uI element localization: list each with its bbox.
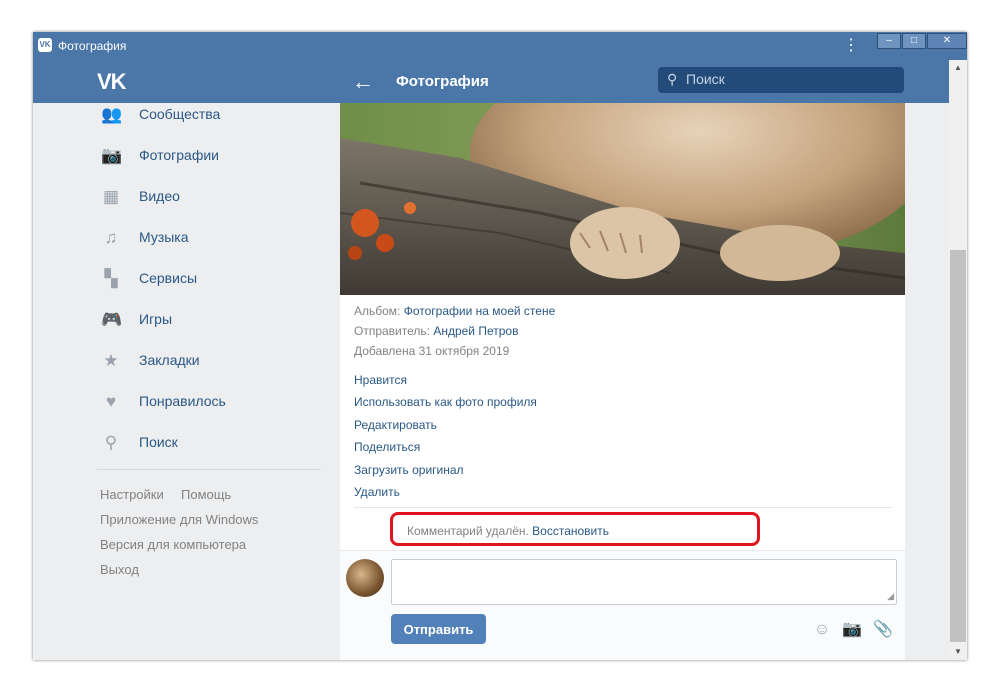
send-button[interactable]: Отправить [391, 614, 486, 644]
avatar[interactable] [346, 559, 384, 597]
windows-app-link[interactable]: Приложение для Windows [100, 512, 258, 527]
desktop-version-link[interactable]: Версия для компьютера [100, 537, 246, 552]
delete-action[interactable]: Удалить [354, 485, 400, 499]
people-icon: 👥 [101, 105, 123, 124]
page-title: Фотография [396, 73, 489, 90]
scroll-down-arrow-icon[interactable]: ▼ [949, 644, 967, 660]
camera-attach-icon[interactable]: 📷 [842, 620, 862, 640]
vk-logo[interactable]: VK [97, 69, 127, 95]
sidebar-item-photos[interactable]: 📷 Фотографии [97, 144, 317, 168]
comment-composer: ◢ Отправить ☺ 📷 📎 [340, 550, 905, 660]
sidebar-item-liked[interactable]: ♥ Понравилось [97, 390, 317, 414]
comment-input[interactable]: ◢ [391, 559, 897, 605]
scrollbar-thumb[interactable] [950, 250, 966, 642]
sidebar-item-label: Фотографии [139, 147, 220, 163]
sidebar-item-music[interactable]: ♫ Музыка [97, 226, 317, 250]
sidebar-item-label: Сервисы [139, 270, 198, 286]
download-original-action[interactable]: Загрузить оригинал [354, 463, 464, 477]
photo-image [340, 103, 905, 295]
added-date: Добавлена 31 октября 2019 [354, 344, 510, 358]
search-placeholder: Поиск [686, 71, 725, 87]
edit-action[interactable]: Редактировать [354, 418, 437, 432]
sidebar-item-label: Понравилось [139, 393, 226, 409]
sidebar-item-label: Игры [139, 311, 173, 327]
sidebar-item-video[interactable]: ▦ Видео [97, 185, 317, 209]
sidebar-item-search[interactable]: ⚲ Поиск [97, 431, 317, 455]
more-menu-icon[interactable]: ⋮ [843, 36, 859, 56]
highlight-outline [390, 512, 760, 546]
emoji-icon[interactable]: ☺ [812, 620, 832, 640]
sender-link[interactable]: Андрей Петров [433, 324, 518, 338]
sidebar-item-games[interactable]: 🎮 Игры [97, 308, 317, 332]
sender-info: Отправитель: Андрей Петров [354, 324, 518, 338]
sidebar-item-communities[interactable]: 👥 Сообщества [97, 103, 317, 127]
sidebar-item-label: Видео [139, 188, 180, 204]
heart-icon: ♥ [105, 392, 117, 411]
gamepad-icon: 🎮 [101, 310, 123, 329]
sidebar-item-label: Поиск [139, 434, 178, 450]
album-label: Альбом: [354, 304, 401, 318]
maximize-button[interactable]: □ [902, 33, 926, 49]
sidebar-item-label: Музыка [139, 229, 189, 245]
camera-icon: 📷 [101, 146, 123, 165]
settings-link[interactable]: Настройки [100, 487, 164, 502]
sidebar-item-services[interactable]: ▚ Сервисы [97, 267, 317, 291]
resize-grip-icon[interactable]: ◢ [887, 591, 894, 602]
search-input[interactable]: ⚲ Поиск [658, 67, 904, 93]
star-icon: ★ [103, 351, 119, 370]
help-link[interactable]: Помощь [181, 487, 231, 502]
services-icon: ▚ [104, 269, 118, 288]
photo-kitten[interactable] [340, 103, 905, 295]
like-action[interactable]: Нравится [354, 373, 407, 387]
window-controls: – □ ✕ [877, 33, 968, 49]
sidebar-item-label: Закладки [139, 352, 200, 368]
sidebar-divider [97, 469, 321, 470]
magnifier-icon: ⚲ [104, 433, 118, 452]
window-title: Фотография [58, 39, 127, 53]
logout-link[interactable]: Выход [100, 562, 139, 577]
sender-label: Отправитель: [354, 324, 430, 338]
vk-app-icon: VK [38, 38, 52, 52]
search-icon: ⚲ [667, 71, 678, 87]
top-header: VK ← Фотография ⚲ Поиск [33, 60, 949, 103]
sidebar-item-label: Сообщества [139, 106, 221, 122]
scroll-up-arrow-icon[interactable]: ▲ [949, 60, 967, 76]
title-bar[interactable]: VK Фотография ⋮ – □ ✕ [33, 32, 967, 60]
actions-divider [354, 507, 891, 508]
back-arrow-icon[interactable]: ← [352, 69, 374, 95]
share-action[interactable]: Поделиться [354, 440, 420, 454]
sidebar-item-bookmarks[interactable]: ★ Закладки [97, 349, 317, 373]
set-profile-photo-action[interactable]: Использовать как фото профиля [354, 395, 537, 409]
music-icon: ♫ [104, 228, 118, 247]
paperclip-icon[interactable]: 📎 [873, 620, 893, 640]
video-icon: ▦ [102, 187, 120, 206]
album-link[interactable]: Фотографии на моей стене [404, 304, 556, 318]
photo-card: Альбом: Фотографии на моей стене Отправи… [340, 103, 905, 660]
app-window: VK Фотография ⋮ – □ ✕ VK ← Фотография ⚲ … [33, 32, 967, 660]
vertical-scrollbar[interactable]: ▲ ▼ [949, 60, 967, 660]
main-content: 👥 Сообщества 📷 Фотографии ▦ Видео ♫ Музы… [33, 103, 949, 660]
album-info: Альбом: Фотографии на моей стене [354, 304, 555, 318]
close-button[interactable]: ✕ [927, 33, 967, 49]
minimize-button[interactable]: – [877, 33, 901, 49]
